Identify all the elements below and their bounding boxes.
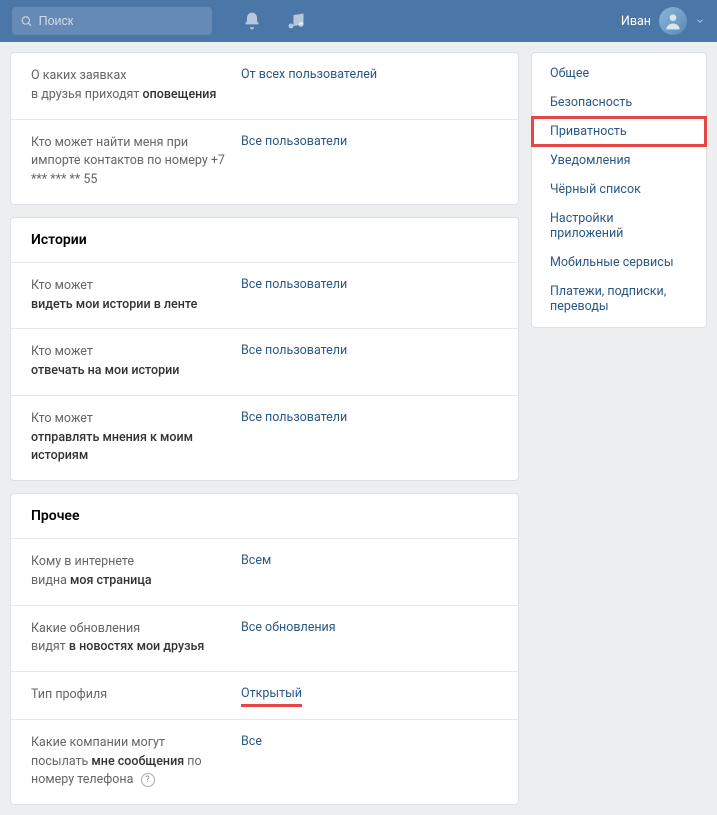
setting-value[interactable]: Все пользователи <box>241 277 347 292</box>
setting-row: О каких заявках в друзья приходят оповещ… <box>11 53 518 120</box>
setting-value[interactable]: Все пользователи <box>241 410 347 425</box>
help-icon[interactable]: ? <box>141 773 155 787</box>
card-title: Прочее <box>11 494 518 539</box>
sidebar-item-general[interactable]: Общее <box>532 59 706 88</box>
setting-row: Тип профиля Открытый <box>11 672 518 720</box>
setting-value[interactable]: Все обновления <box>241 620 336 635</box>
stories-card: Истории Кто можетвидеть мои истории в ле… <box>10 217 519 481</box>
setting-label: Кому в интернете видна моя страница <box>31 553 241 591</box>
setting-value[interactable]: От всех пользователей <box>241 67 377 82</box>
setting-value[interactable]: Все пользователи <box>241 134 347 149</box>
sidebar-item-security[interactable]: Безопасность <box>532 88 706 117</box>
content-layout: О каких заявках в друзья приходят оповещ… <box>0 42 717 815</box>
header-icons <box>242 11 306 31</box>
sidebar-item-blacklist[interactable]: Чёрный список <box>532 175 706 204</box>
sidebar-item-notifications[interactable]: Уведомления <box>532 146 706 175</box>
user-menu[interactable]: Иван <box>621 7 705 35</box>
user-name: Иван <box>621 14 651 29</box>
search-icon <box>20 14 33 28</box>
setting-label: Кто можетотправлять мнения к моим истори… <box>31 410 241 466</box>
setting-value[interactable]: Все <box>241 734 262 749</box>
sidebar-item-privacy[interactable]: Приватность <box>532 117 706 146</box>
chevron-down-icon <box>695 16 705 26</box>
setting-row: Кто может найти меня при импорте контакт… <box>11 120 518 204</box>
setting-label: Какие обновления видят в новостях мои др… <box>31 620 241 658</box>
setting-value[interactable]: Все пользователи <box>241 343 347 358</box>
setting-row: Какие обновления видят в новостях мои др… <box>11 606 518 673</box>
sidebar-item-mobile[interactable]: Мобильные сервисы <box>532 248 706 277</box>
setting-row: Кто можетотвечать на мои истории Все пол… <box>11 329 518 396</box>
card-title: Истории <box>11 218 518 263</box>
setting-label: Тип профиля <box>31 686 241 705</box>
setting-label: Кто может найти меня при импорте контакт… <box>31 134 241 190</box>
main-column: О каких заявках в друзья приходят оповещ… <box>10 52 519 805</box>
setting-row: Кто можетвидеть мои истории в ленте Все … <box>11 263 518 330</box>
music-icon[interactable] <box>286 11 306 31</box>
notifications-icon[interactable] <box>242 11 262 31</box>
settings-sidebar: Общее Безопасность Приватность Уведомлен… <box>531 52 707 328</box>
setting-row: Кому в интернете видна моя страница Всем <box>11 539 518 606</box>
top-header: Иван <box>0 0 717 42</box>
setting-value[interactable]: Всем <box>241 553 271 568</box>
setting-label: Какие компании могут посылать мне сообще… <box>31 734 241 790</box>
setting-label: Кто можетвидеть мои истории в ленте <box>31 277 241 315</box>
setting-row: Кто можетотправлять мнения к моим истори… <box>11 396 518 480</box>
sidebar-item-apps[interactable]: Настройки приложений <box>532 204 706 248</box>
search-box[interactable] <box>12 7 212 35</box>
setting-label: О каких заявках в друзья приходят оповещ… <box>31 67 241 105</box>
sidebar-item-payments[interactable]: Платежи, подписки, переводы <box>532 277 706 321</box>
setting-value[interactable]: Открытый <box>241 686 302 701</box>
avatar <box>659 7 687 35</box>
setting-label: Кто можетотвечать на мои истории <box>31 343 241 381</box>
setting-row: Какие компании могут посылать мне сообще… <box>11 720 518 804</box>
search-input[interactable] <box>39 14 204 28</box>
other-card: Прочее Кому в интернете видна моя страни… <box>10 493 519 805</box>
friends-card: О каких заявках в друзья приходят оповещ… <box>10 52 519 205</box>
